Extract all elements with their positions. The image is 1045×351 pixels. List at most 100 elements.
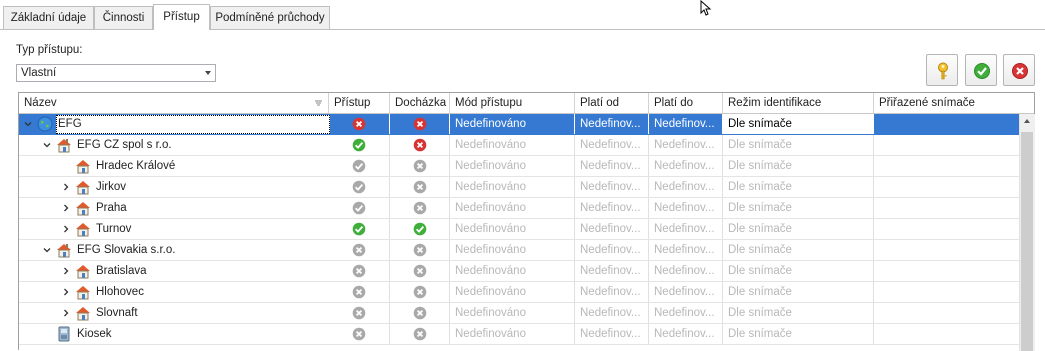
- assigned-readers-cell[interactable]: [874, 198, 1019, 218]
- access-status-cell[interactable]: [329, 219, 390, 239]
- valid-from-cell[interactable]: Nedefinov...: [575, 177, 649, 197]
- valid-from-cell[interactable]: Nedefinov...: [575, 198, 649, 218]
- identification-mode-cell[interactable]: Dle snímače: [723, 177, 874, 197]
- table-row[interactable]: Turnov Nedefinováno Nedefinov... Nedefinov.…: [19, 219, 1019, 240]
- identification-mode-cell[interactable]: Dle snímače: [723, 198, 874, 218]
- assigned-readers-cell[interactable]: [874, 324, 1019, 344]
- key-button[interactable]: [926, 54, 958, 86]
- valid-to-cell[interactable]: Nedefinov...: [649, 198, 723, 218]
- valid-to-cell[interactable]: Nedefinov...: [649, 303, 723, 323]
- name-cell[interactable]: Turnov: [19, 219, 329, 239]
- assigned-readers-cell[interactable]: [874, 156, 1019, 176]
- access-mode-cell[interactable]: Nedefinováno: [450, 240, 575, 260]
- tab-access[interactable]: Přístup: [153, 4, 210, 30]
- name-cell[interactable]: Hlohovec: [19, 282, 329, 302]
- valid-from-cell[interactable]: Nedefinov...: [575, 303, 649, 323]
- access-mode-cell[interactable]: Nedefinováno: [450, 156, 575, 176]
- valid-from-cell[interactable]: Nedefinov...: [575, 156, 649, 176]
- column-header-identification-mode[interactable]: Režim identifikace: [723, 93, 874, 113]
- attendance-status-cell[interactable]: [390, 261, 450, 281]
- table-row[interactable]: EFG CZ spol s r.o. Nedefinováno Nedefinov.…: [19, 135, 1019, 156]
- table-row[interactable]: Jirkov Nedefinováno Nedefinov... Nedefinov.…: [19, 177, 1019, 198]
- access-mode-cell[interactable]: Nedefinováno: [450, 324, 575, 344]
- attendance-status-cell[interactable]: [390, 303, 450, 323]
- identification-mode-cell[interactable]: Dle snímače: [723, 282, 874, 302]
- table-row[interactable]: Praha Nedefinováno Nedefinov... Nedefinov..…: [19, 198, 1019, 219]
- name-cell[interactable]: Hradec Králové: [19, 156, 329, 176]
- access-mode-cell[interactable]: Nedefinováno: [450, 114, 575, 134]
- column-header-valid-from[interactable]: Platí od: [575, 93, 649, 113]
- identification-mode-cell[interactable]: Dle snímače: [723, 219, 874, 239]
- attendance-status-cell[interactable]: [390, 177, 450, 197]
- chevron-right-icon[interactable]: [61, 287, 71, 297]
- name-cell[interactable]: Bratislava: [19, 261, 329, 281]
- table-row[interactable]: Slovnaft Nedefinováno Nedefinov... Nedefino…: [19, 303, 1019, 324]
- valid-to-cell[interactable]: Nedefinov...: [649, 219, 723, 239]
- access-mode-cell[interactable]: Nedefinováno: [450, 135, 575, 155]
- access-status-cell[interactable]: [329, 282, 390, 302]
- valid-from-cell[interactable]: Nedefinov...: [575, 261, 649, 281]
- valid-to-cell[interactable]: Nedefinov...: [649, 282, 723, 302]
- table-row[interactable]: EFG Slovakia s.r.o. Nedefinováno Nedefinov…: [19, 240, 1019, 261]
- valid-to-cell[interactable]: Nedefinov...: [649, 177, 723, 197]
- access-status-cell[interactable]: [329, 177, 390, 197]
- tab-basic-info[interactable]: Základní údaje: [3, 6, 94, 29]
- identification-mode-cell[interactable]: Dle snímače: [723, 135, 874, 155]
- assigned-readers-cell[interactable]: [874, 114, 1019, 134]
- table-row[interactable]: Hlohovec Nedefinováno Nedefinov... Nedefino…: [19, 282, 1019, 303]
- vertical-scrollbar[interactable]: [1019, 114, 1035, 351]
- access-mode-cell[interactable]: Nedefinováno: [450, 261, 575, 281]
- tab-activities[interactable]: Činnosti: [94, 6, 153, 29]
- chevron-right-icon[interactable]: [61, 224, 71, 234]
- table-row[interactable]: Kiosek Nedefinováno Nedefinov... Nedefinov.…: [19, 324, 1019, 345]
- chevron-down-icon[interactable]: [23, 119, 33, 129]
- chevron-down-icon[interactable]: [42, 245, 52, 255]
- valid-from-cell[interactable]: Nedefinov...: [575, 324, 649, 344]
- valid-from-cell[interactable]: Nedefinov...: [575, 135, 649, 155]
- chevron-right-icon[interactable]: [61, 266, 71, 276]
- identification-mode-cell[interactable]: Dle snímače: [723, 324, 874, 344]
- access-type-select[interactable]: Vlastní: [16, 64, 216, 82]
- valid-to-cell[interactable]: Nedefinov...: [649, 324, 723, 344]
- attendance-status-cell[interactable]: [390, 114, 450, 134]
- chevron-right-icon[interactable]: [61, 182, 71, 192]
- access-mode-cell[interactable]: Nedefinováno: [450, 219, 575, 239]
- assigned-readers-cell[interactable]: [874, 177, 1019, 197]
- access-mode-cell[interactable]: Nedefinováno: [450, 198, 575, 218]
- table-row[interactable]: EFG Nedefinováno Nedefinov... Nedefinov... D…: [19, 114, 1019, 135]
- access-mode-cell[interactable]: Nedefinováno: [450, 177, 575, 197]
- valid-from-cell[interactable]: Nedefinov...: [575, 114, 649, 134]
- identification-mode-cell[interactable]: Dle snímače: [723, 261, 874, 281]
- name-cell[interactable]: Slovnaft: [19, 303, 329, 323]
- valid-to-cell[interactable]: Nedefinov...: [649, 114, 723, 134]
- name-cell[interactable]: Jirkov: [19, 177, 329, 197]
- attendance-status-cell[interactable]: [390, 240, 450, 260]
- valid-to-cell[interactable]: Nedefinov...: [649, 261, 723, 281]
- valid-from-cell[interactable]: Nedefinov...: [575, 219, 649, 239]
- access-status-cell[interactable]: [329, 240, 390, 260]
- column-header-name[interactable]: Název: [19, 93, 329, 113]
- access-status-cell[interactable]: [329, 303, 390, 323]
- attendance-status-cell[interactable]: [390, 219, 450, 239]
- assigned-readers-cell[interactable]: [874, 261, 1019, 281]
- column-header-access[interactable]: Přístup: [329, 93, 390, 113]
- valid-to-cell[interactable]: Nedefinov...: [649, 156, 723, 176]
- scroll-up-icon[interactable]: [1024, 119, 1030, 123]
- column-header-attendance[interactable]: Docházka: [390, 93, 450, 113]
- access-status-cell[interactable]: [329, 156, 390, 176]
- attendance-status-cell[interactable]: [390, 135, 450, 155]
- access-status-cell[interactable]: [329, 114, 390, 134]
- valid-from-cell[interactable]: Nedefinov...: [575, 282, 649, 302]
- access-mode-cell[interactable]: Nedefinováno: [450, 303, 575, 323]
- column-header-valid-to[interactable]: Platí do: [649, 93, 723, 113]
- assigned-readers-cell[interactable]: [874, 219, 1019, 239]
- name-cell[interactable]: Praha: [19, 198, 329, 218]
- valid-to-cell[interactable]: Nedefinov...: [649, 135, 723, 155]
- table-row[interactable]: Hradec Králové Nedefinováno Nedefinov... Ne…: [19, 156, 1019, 177]
- valid-to-cell[interactable]: Nedefinov...: [649, 240, 723, 260]
- access-status-cell[interactable]: [329, 261, 390, 281]
- confirm-button[interactable]: [965, 54, 997, 86]
- attendance-status-cell[interactable]: [390, 156, 450, 176]
- column-header-assigned-readers[interactable]: Přiřazené snímače: [874, 93, 1034, 113]
- access-mode-cell[interactable]: Nedefinováno: [450, 282, 575, 302]
